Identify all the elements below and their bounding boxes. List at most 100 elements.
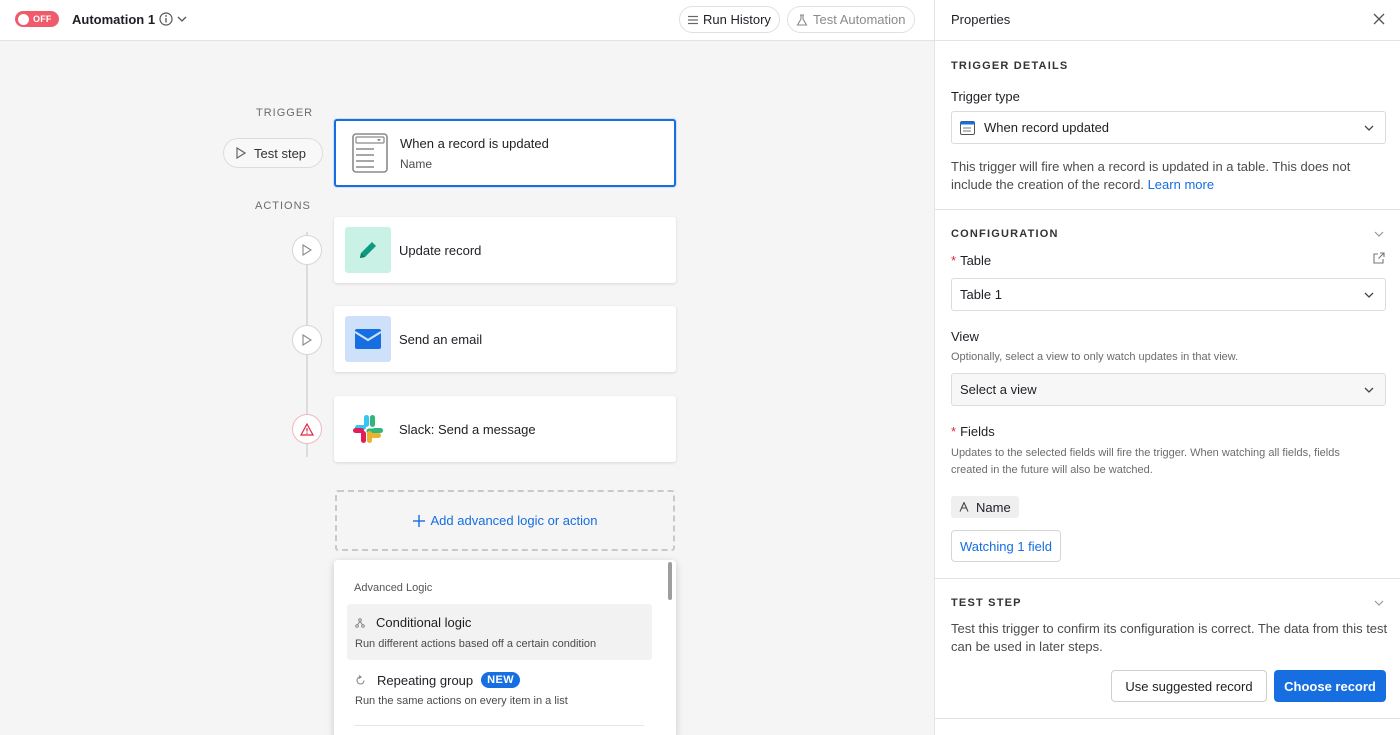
chevron-down-icon[interactable] bbox=[176, 13, 188, 25]
top-bar: OFF Automation 1 Run History Test Automa… bbox=[0, 0, 934, 41]
test-step-description: Test this trigger to confirm its configu… bbox=[951, 621, 1388, 654]
panel-title: Properties bbox=[951, 12, 1011, 27]
trigger-details-section: TRIGGER DETAILS Trigger type When record… bbox=[935, 41, 1400, 210]
required-marker: * bbox=[951, 424, 957, 439]
toggle-label: OFF bbox=[33, 14, 52, 24]
warning-status-button[interactable] bbox=[292, 414, 322, 444]
view-label: View bbox=[951, 329, 979, 344]
test-step-section: TEST STEP Test this trigger to confirm i… bbox=[935, 579, 1400, 719]
menu-item-title: Conditional logic bbox=[376, 615, 472, 630]
chevron-down-icon bbox=[1364, 292, 1374, 298]
repeat-icon bbox=[356, 674, 365, 685]
panel-header: Properties bbox=[935, 0, 1400, 41]
use-suggested-label: Use suggested record bbox=[1125, 678, 1253, 694]
view-select[interactable]: Select a view bbox=[951, 373, 1386, 406]
table-label: * Table bbox=[951, 253, 991, 268]
menu-item-conditional-logic[interactable]: Conditional logic Run different actions … bbox=[347, 604, 652, 660]
menu-item-description: Run the same actions on every item in a … bbox=[355, 695, 568, 707]
fields-label: * Fields bbox=[951, 424, 995, 439]
action-title: Slack: Send a message bbox=[399, 421, 536, 437]
view-placeholder: Select a view bbox=[960, 382, 1037, 397]
close-icon[interactable] bbox=[1373, 13, 1385, 25]
choose-record-button[interactable]: Choose record bbox=[1274, 670, 1386, 702]
trigger-type-value: When record updated bbox=[984, 120, 1110, 135]
section-heading: TRIGGER DETAILS bbox=[951, 60, 1069, 72]
watching-fields-button[interactable]: Watching 1 field bbox=[951, 530, 1062, 562]
section-heading: CONFIGURATION bbox=[951, 228, 1059, 240]
external-link-icon[interactable] bbox=[1373, 252, 1385, 264]
fields-help-line-1: Updates to the selected fields will fire… bbox=[951, 447, 1340, 459]
watching-label: Watching 1 field bbox=[960, 538, 1053, 554]
action-title: Send an email bbox=[399, 331, 483, 347]
field-chip-name: Name bbox=[951, 496, 1019, 518]
flask-icon bbox=[796, 13, 808, 26]
action-card-slack[interactable]: Slack: Send a message bbox=[334, 396, 676, 462]
trigger-title: When a record is updated bbox=[400, 135, 549, 151]
trigger-subtitle: Name bbox=[400, 156, 433, 171]
advanced-logic-menu: Advanced Logic Conditional logic Run dif… bbox=[334, 560, 676, 735]
toggle-knob bbox=[18, 13, 29, 25]
trigger-type-select[interactable]: When record updated bbox=[951, 111, 1386, 144]
section-heading: TEST STEP bbox=[951, 597, 1022, 609]
menu-header: Advanced Logic bbox=[354, 582, 433, 594]
table-record-icon bbox=[350, 130, 390, 176]
run-history-label: Run History bbox=[703, 12, 771, 27]
text-field-icon bbox=[959, 502, 969, 512]
info-icon[interactable] bbox=[159, 12, 173, 26]
trigger-card[interactable]: When a record is updated Name bbox=[334, 119, 676, 187]
menu-divider bbox=[354, 725, 644, 726]
trigger-description: This trigger will fire when a record is … bbox=[951, 158, 1391, 194]
fields-help-line-2: created in the future will also be watch… bbox=[951, 464, 1153, 476]
automation-name[interactable]: Automation 1 bbox=[72, 12, 155, 27]
test-step-label: Test step bbox=[254, 145, 307, 161]
test-automation-label: Test Automation bbox=[813, 12, 906, 27]
trigger-section-label: TRIGGER bbox=[256, 107, 314, 119]
chevron-down-icon[interactable] bbox=[1373, 597, 1385, 609]
view-help: Optionally, select a view to only watch … bbox=[951, 351, 1239, 363]
test-step-button[interactable]: Test step bbox=[223, 138, 323, 168]
action-card-send-email[interactable]: Send an email bbox=[334, 306, 676, 372]
table-select[interactable]: Table 1 bbox=[951, 278, 1386, 311]
plus-icon bbox=[412, 514, 425, 527]
learn-more-link[interactable]: Learn more bbox=[1148, 177, 1214, 192]
run-history-button[interactable]: Run History bbox=[679, 6, 780, 33]
play-icon bbox=[302, 244, 312, 256]
run-step-button[interactable] bbox=[292, 235, 322, 265]
automation-canvas: OFF Automation 1 Run History Test Automa… bbox=[0, 0, 934, 735]
action-card-update-record[interactable]: Update record bbox=[334, 217, 676, 283]
branch-icon bbox=[355, 617, 365, 628]
menu-item-description: Run different actions based off a certai… bbox=[355, 638, 597, 650]
menu-scrollbar[interactable] bbox=[668, 562, 672, 600]
table-value: Table 1 bbox=[960, 287, 1002, 302]
add-logic-label: Add advanced logic or action bbox=[430, 513, 598, 528]
field-chip-label: Name bbox=[976, 499, 1011, 515]
fields-label-text: Fields bbox=[960, 424, 995, 439]
automation-toggle[interactable]: OFF bbox=[15, 11, 59, 27]
use-suggested-record-button[interactable]: Use suggested record bbox=[1111, 670, 1267, 702]
chevron-down-icon[interactable] bbox=[1373, 228, 1385, 240]
list-icon bbox=[688, 15, 698, 24]
slack-icon bbox=[345, 406, 391, 452]
table-icon bbox=[960, 120, 975, 135]
table-label-text: Table bbox=[960, 253, 992, 268]
run-step-button[interactable] bbox=[292, 325, 322, 355]
warning-icon bbox=[300, 422, 314, 436]
play-icon bbox=[236, 147, 246, 159]
new-badge: NEW bbox=[481, 672, 521, 688]
play-icon bbox=[302, 334, 312, 346]
envelope-icon bbox=[345, 316, 391, 362]
test-automation-button[interactable]: Test Automation bbox=[787, 6, 915, 33]
menu-item-repeating-group[interactable]: Repeating group NEW Run the same actions… bbox=[347, 661, 652, 717]
choose-record-label: Choose record bbox=[1284, 678, 1376, 694]
required-marker: * bbox=[951, 253, 957, 268]
configuration-section: CONFIGURATION * Table Table 1 View Option… bbox=[935, 210, 1400, 579]
properties-panel: Properties TRIGGER DETAILS Trigger type … bbox=[934, 0, 1400, 735]
chevron-down-icon bbox=[1364, 387, 1374, 393]
pencil-icon bbox=[345, 227, 391, 273]
action-title: Update record bbox=[399, 242, 482, 258]
add-logic-button[interactable]: Add advanced logic or action bbox=[335, 490, 675, 551]
menu-item-title: Repeating group bbox=[377, 672, 474, 688]
trigger-type-label: Trigger type bbox=[951, 89, 1020, 104]
chevron-down-icon bbox=[1364, 125, 1374, 131]
actions-section-label: ACTIONS bbox=[255, 200, 311, 212]
